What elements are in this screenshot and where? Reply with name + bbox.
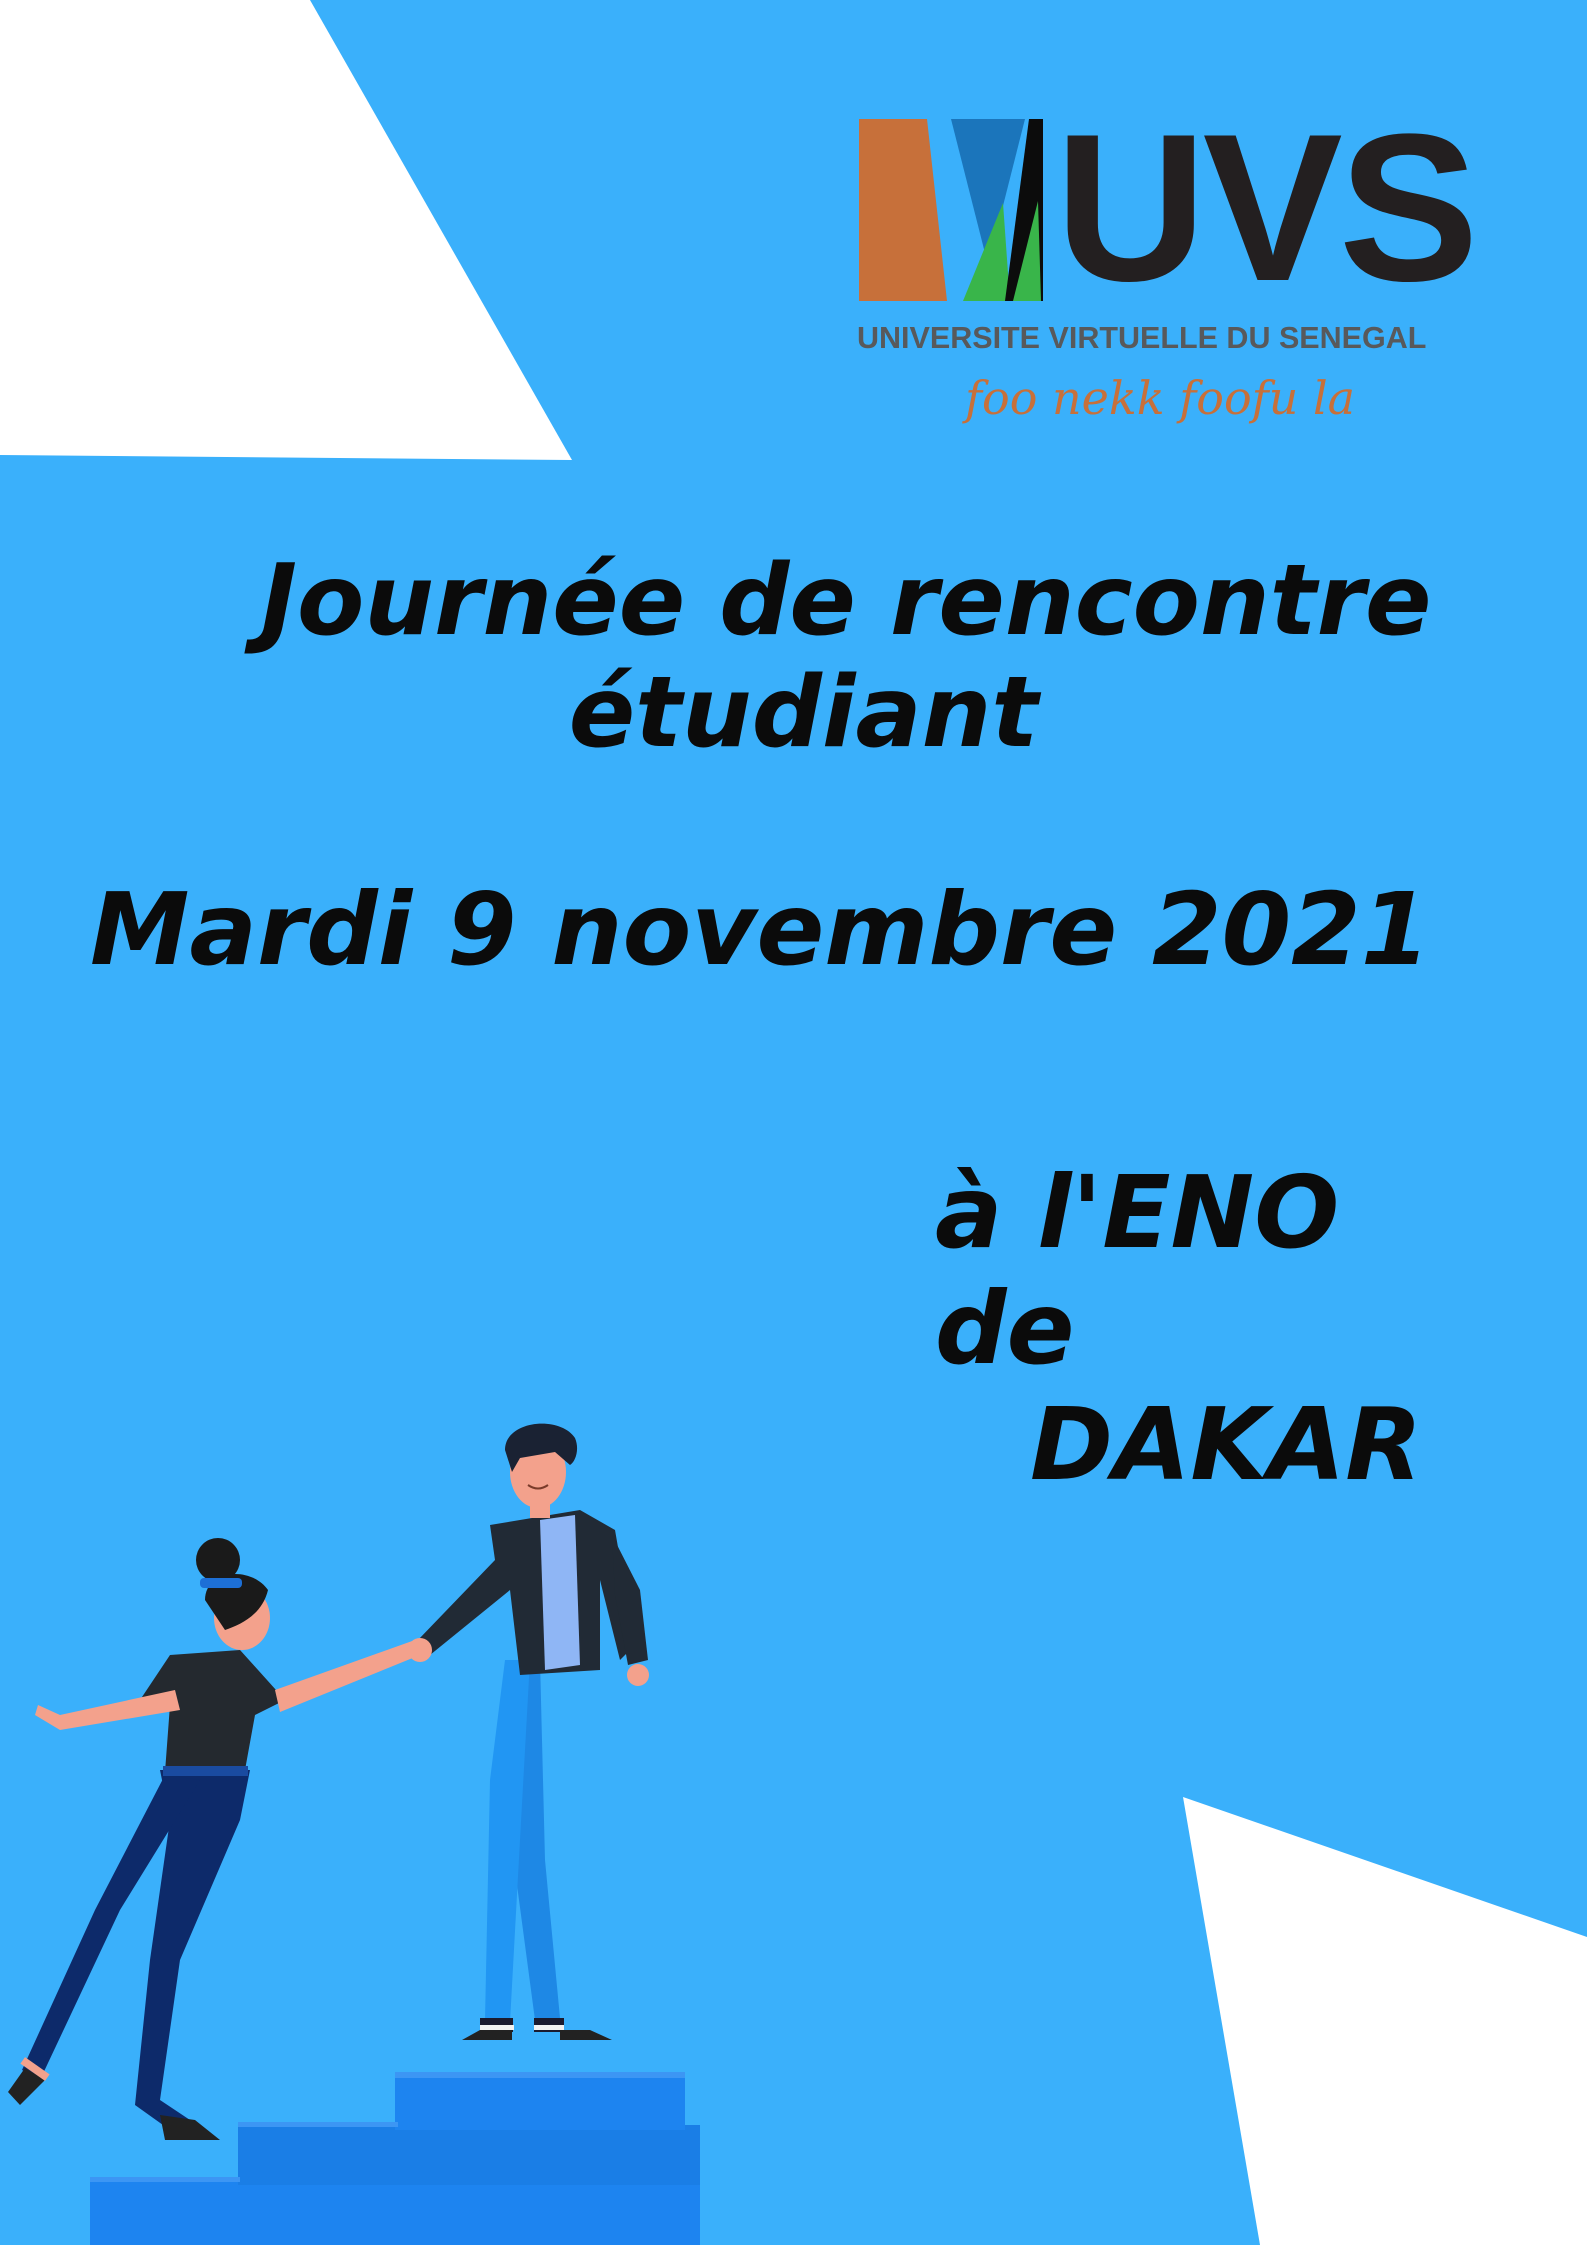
event-title-line1: Journée de rencontre	[260, 544, 1432, 658]
event-venue-line1: à l'ENO de	[935, 1154, 1340, 1387]
event-title: Journée de rencontre étudiant	[0, 545, 1587, 769]
man-figure	[418, 1423, 649, 2040]
handshake-illustration-icon	[8, 1423, 700, 2245]
top-left-white-shape	[0, 0, 572, 460]
event-venue-line2: DAKAR	[1030, 1386, 1423, 1503]
event-poster: UVS UNIVERSITE VIRTUELLE DU SENEGAL foo …	[0, 0, 1587, 2245]
stairs-icon	[90, 2072, 700, 2245]
bottom-right-white-shape	[1183, 1797, 1587, 2245]
logo-slogan: foo nekk foofu la	[965, 371, 1356, 425]
event-title-line2: étudiant	[568, 656, 1039, 770]
event-venue: à l'ENO de DAKAR	[935, 1155, 1495, 1503]
logo-wordmark: UVS	[1055, 90, 1479, 325]
logo-subtitle: UNIVERSITE VIRTUELLE DU SENEGAL	[857, 321, 1427, 355]
uvs-logo: UVS UNIVERSITE VIRTUELLE DU SENEGAL foo …	[855, 103, 1479, 445]
woman-figure	[8, 1538, 432, 2140]
event-date: Mardi 9 novembre 2021	[90, 871, 1431, 988]
